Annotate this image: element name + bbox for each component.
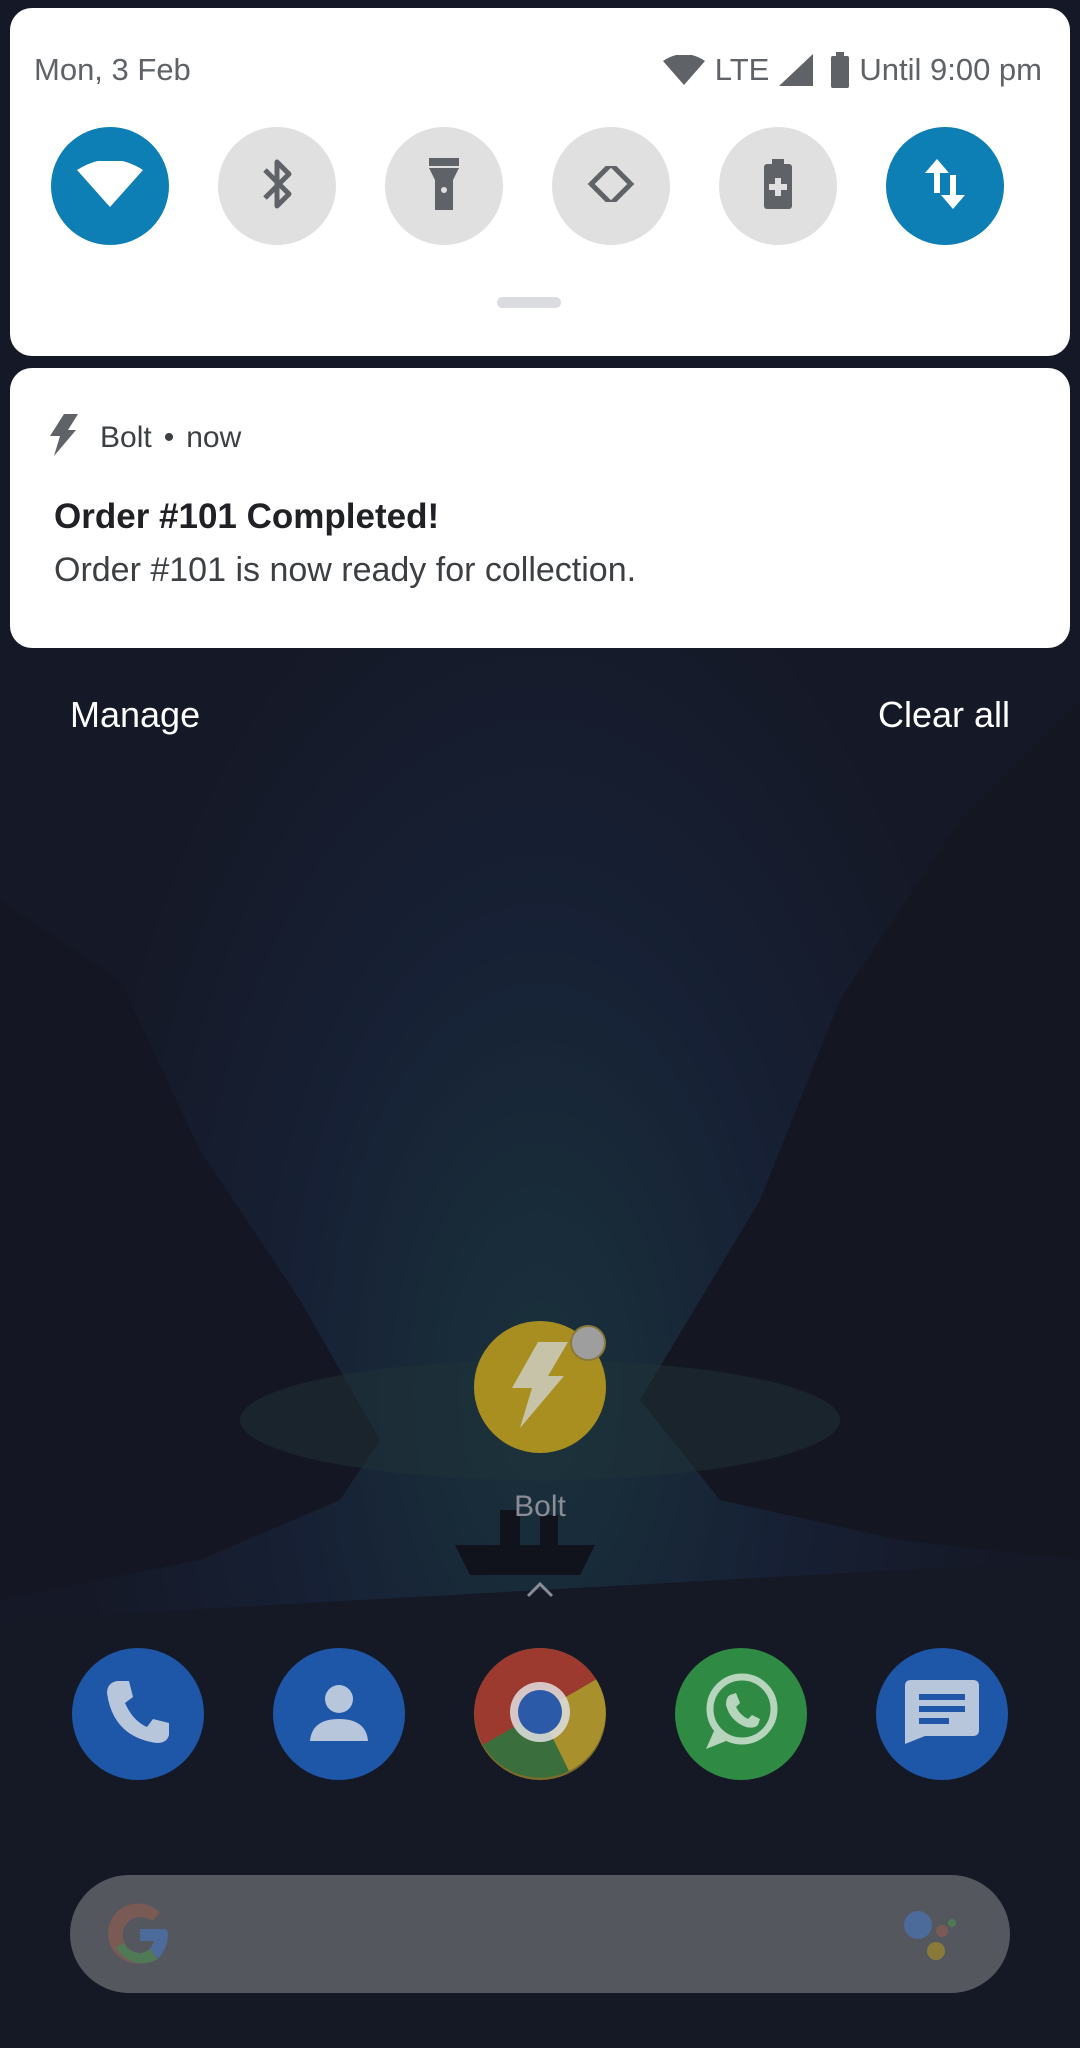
signal-icon <box>779 54 814 86</box>
wifi-status-icon <box>662 55 705 85</box>
bolt-app-label: Bolt <box>514 1490 566 1523</box>
auto-rotate-tile[interactable] <box>552 127 670 245</box>
date-label: Mon, 3 Feb <box>34 52 191 87</box>
battery-text: Until 9:00 pm <box>859 52 1042 87</box>
google-search-bar[interactable] <box>70 1875 1010 1993</box>
rotate-icon <box>583 155 639 217</box>
battery-icon <box>831 52 850 88</box>
notification-badge <box>570 1325 606 1361</box>
chrome-icon <box>474 1648 606 1780</box>
flashlight-tile[interactable] <box>385 127 503 245</box>
quick-tiles <box>51 127 1011 247</box>
google-assistant-icon[interactable] <box>900 1905 960 1970</box>
phone-app-icon[interactable] <box>72 1648 204 1780</box>
mobile-data-tile[interactable] <box>886 127 1004 245</box>
phone-icon <box>103 1677 173 1752</box>
messages-icon <box>905 1679 979 1749</box>
messages-app-icon[interactable] <box>876 1648 1008 1780</box>
contacts-app-icon[interactable] <box>273 1648 405 1780</box>
notification-time: now <box>186 420 242 454</box>
bolt-small-icon <box>50 414 78 461</box>
notification-header: Bolt • now <box>50 414 241 461</box>
notification-title: Order #101 Completed! <box>54 497 440 536</box>
data-arrows-icon <box>925 158 965 214</box>
contacts-icon <box>306 1679 372 1750</box>
battery-saver-tile[interactable] <box>719 127 837 245</box>
clear-all-button[interactable]: Clear all <box>878 694 1010 736</box>
chrome-app-icon[interactable] <box>474 1648 606 1780</box>
whatsapp-icon <box>696 1667 786 1762</box>
panel-drag-handle[interactable] <box>497 297 561 308</box>
notification-app-name: Bolt <box>100 420 152 454</box>
bluetooth-icon <box>257 156 297 217</box>
manage-button[interactable]: Manage <box>70 694 200 736</box>
notification-separator: • <box>163 420 175 454</box>
notification-text: Order #101 is now ready for collection. <box>54 551 637 589</box>
app-drawer-caret-icon[interactable] <box>526 1580 554 1603</box>
status-icons: LTE Until 9:00 pm <box>662 48 1042 92</box>
google-g-icon <box>108 1903 172 1972</box>
flashlight-icon <box>429 157 459 215</box>
bolt-icon <box>512 1341 568 1433</box>
battery-saver-icon <box>764 158 792 214</box>
whatsapp-app-icon[interactable] <box>675 1648 807 1780</box>
wifi-icon <box>77 159 143 212</box>
network-type-label: LTE <box>714 52 770 87</box>
bluetooth-tile[interactable] <box>218 127 336 245</box>
wifi-tile[interactable] <box>51 127 169 245</box>
